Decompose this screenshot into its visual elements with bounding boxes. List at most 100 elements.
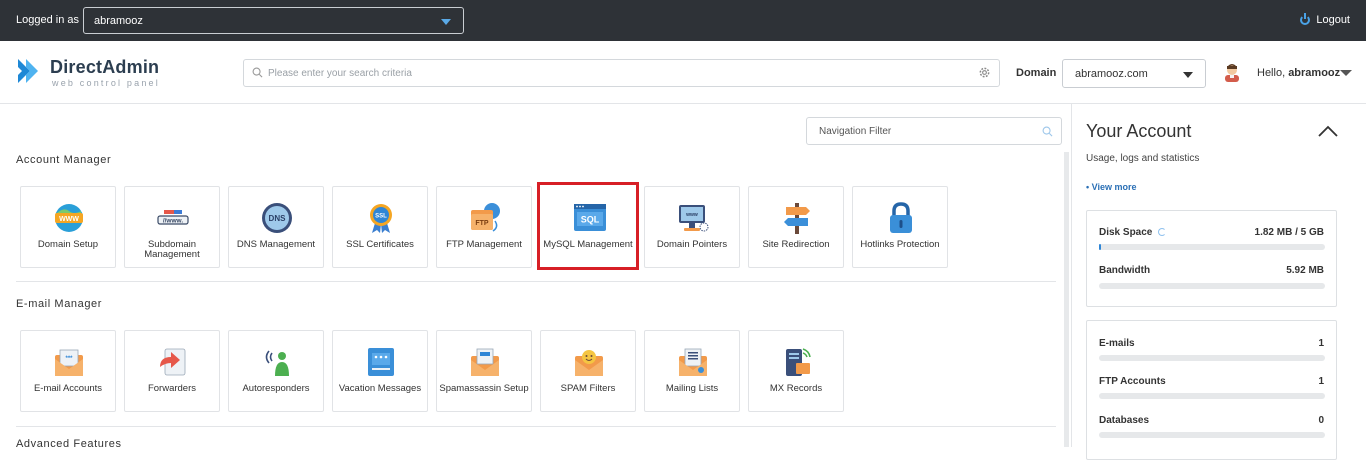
user-switcher-value: abramooz [94,15,143,27]
tile-subdomain-management[interactable]: //www. Subdomain Management [124,186,220,268]
hello-prefix: Hello, [1257,67,1286,79]
domain-select-value: abramooz.com [1075,68,1148,80]
chevron-down-icon [1183,72,1193,78]
tile-label: Mailing Lists [665,383,719,394]
svg-text:***: *** [65,356,73,362]
view-more-link[interactable]: • View more [1086,182,1137,192]
tile-label: Vacation Messages [338,383,422,394]
tile-label: SPAM Filters [560,383,616,394]
section-divider [16,426,1056,427]
logout-button[interactable]: Logout [1300,13,1350,26]
tile-autoresponders[interactable]: Autoresponders [228,330,324,412]
avatar[interactable] [1222,62,1242,82]
chevron-down-icon[interactable] [1340,70,1352,76]
domain-label: Domain [1016,67,1057,79]
svg-text:SSL: SSL [375,214,387,220]
panel-separator [1071,104,1072,447]
mx-server-icon [786,348,811,376]
tile-label: Autoresponders [242,383,310,394]
search-input[interactable] [268,64,968,82]
tile-mx-records[interactable]: MX Records [748,330,844,412]
padlock-icon [890,202,912,233]
emails-count-label: E-mails [1099,338,1135,349]
disk-space-bar [1099,244,1325,250]
tile-label: Spamassassin Setup [439,383,529,394]
search-box[interactable] [243,59,1000,87]
tile-site-redirection[interactable]: Site Redirection [748,186,844,268]
tile-domain-pointers[interactable]: www Domain Pointers [644,186,740,268]
autoresponder-icon [265,350,289,376]
ftp-accounts-label: FTP Accounts [1099,376,1166,387]
refresh-icon[interactable] [1158,228,1167,236]
tile-email-accounts[interactable]: *** E-mail Accounts [20,330,116,412]
ftp-accounts-bar [1099,393,1325,399]
tile-label: DNS Management [236,239,316,250]
forward-arrow-icon [160,348,186,376]
tile-dns-management[interactable]: DNS DNS Management [228,186,324,268]
tile-hotlinks-protection[interactable]: Hotlinks Protection [852,186,948,268]
databases-bar [1099,432,1325,438]
svg-text:FTP: FTP [475,220,489,227]
user-switcher-select[interactable]: abramooz [83,7,464,34]
tile-mysql-management[interactable]: SQL MySQL Management [537,182,639,270]
disk-space-bar-fill [1099,244,1101,250]
tile-ssl-certificates[interactable]: SSL SSL Certificates [332,186,428,268]
directadmin-logo-icon [18,59,38,83]
tile-label: MySQL Management [543,239,633,250]
spam-envelope-icon [471,348,499,376]
tile-label: E-mail Accounts [33,383,103,394]
disk-space-label: Disk Space [1099,227,1167,238]
tile-spam-filters[interactable]: SPAM Filters [540,330,636,412]
tile-ftp-management[interactable]: FTP FTP Management [436,186,532,268]
hello-user: abramooz [1288,67,1341,79]
chevron-down-icon [441,19,451,25]
bandwidth-value: 5.92 MB [1286,265,1324,276]
tile-label: FTP Management [446,239,522,250]
section-title-account-manager: Account Manager [16,154,112,166]
domain-select[interactable]: abramooz.com [1062,59,1206,88]
databases-label: Databases [1099,415,1150,426]
spam-filter-icon [575,350,603,376]
vacation-message-icon [368,348,394,376]
subdomain-icon: //www. [157,210,189,225]
tile-label: Subdomain Management [144,239,200,260]
gear-icon[interactable] [978,66,991,79]
emails-count-value: 1 [1318,338,1324,349]
bandwidth-bar [1099,283,1325,289]
tile-label: Forwarders [147,383,197,394]
tile-label: Hotlinks Protection [860,239,940,250]
power-icon [1300,13,1311,25]
section-divider [16,281,1056,282]
monitor-pointer-icon: www [679,205,709,232]
tile-domain-setup[interactable]: WWW Domain Setup [20,186,116,268]
main-scrollbar[interactable] [1064,152,1069,447]
section-title-advanced-features: Advanced Features [16,438,122,450]
tile-spamassassin-setup[interactable]: Spamassassin Setup [436,330,532,412]
user-greeting[interactable]: Hello, abramooz [1257,67,1340,79]
ssl-badge-icon: SSL [370,204,392,233]
svg-text:SQL: SQL [581,215,600,225]
logout-label: Logout [1316,14,1350,26]
account-panel-title: Your Account [1086,121,1192,141]
navigation-filter[interactable] [806,117,1062,145]
svg-text:WWW: WWW [59,216,79,223]
top-bar: Logged in as abramooz Logout [0,0,1366,41]
databases-value: 0 [1318,415,1324,426]
header: DirectAdmin web control panel Domain abr… [0,41,1366,104]
logo[interactable]: DirectAdmin web control panel [16,55,176,91]
navigation-filter-input[interactable] [819,123,1029,139]
ftp-accounts-value: 1 [1318,376,1324,387]
section-title-email-manager: E-mail Manager [16,298,103,310]
bandwidth-label: Bandwidth [1099,265,1151,276]
chevron-up-icon[interactable] [1318,125,1338,137]
tile-vacation-messages[interactable]: Vacation Messages [332,330,428,412]
tile-mailing-lists[interactable]: Mailing Lists [644,330,740,412]
ftp-folder-icon: FTP [471,203,500,232]
tile-forwarders[interactable]: Forwarders [124,330,220,412]
svg-text:DNS: DNS [269,214,287,223]
account-panel-subtitle: Usage, logs and statistics [1086,153,1200,164]
logged-in-label: Logged in as [16,14,79,26]
tile-label: Domain Pointers [656,239,728,250]
usage-card: Disk Space 1.82 MB / 5 GB Bandwidth 5.92… [1086,210,1337,307]
disk-space-value: 1.82 MB / 5 GB [1254,227,1324,238]
